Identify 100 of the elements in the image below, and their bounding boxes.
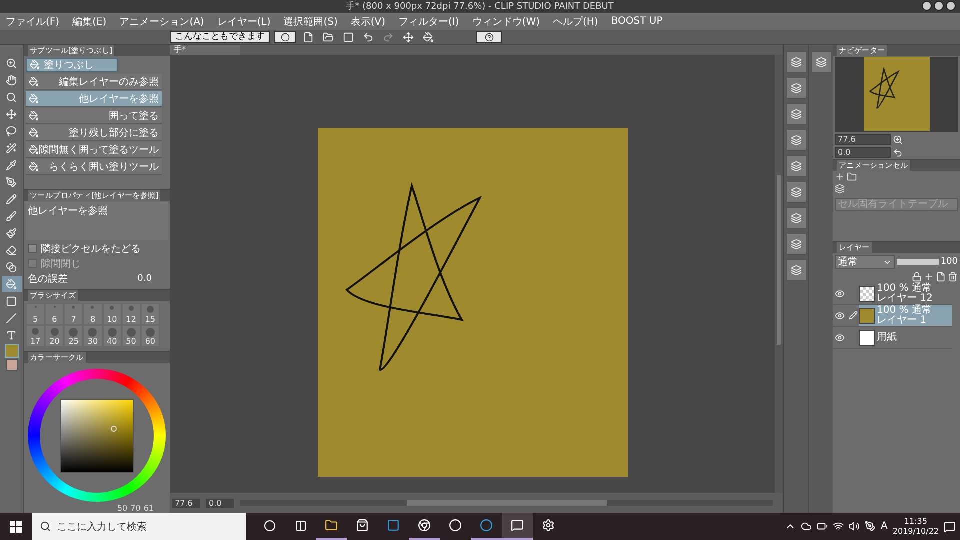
subtool-item[interactable]: 編集レイヤーのみ参照 <box>26 74 162 90</box>
menu-item[interactable]: 編集(E) <box>72 14 107 28</box>
color-cursor[interactable] <box>111 426 117 432</box>
help-button[interactable] <box>476 31 502 43</box>
rotation-value[interactable]: 0.0 <box>835 147 891 158</box>
brush-size-cell[interactable]: 25 <box>64 325 84 347</box>
brush-size-cell[interactable]: 7 <box>64 303 84 325</box>
menu-item[interactable]: 選択範囲(S) <box>284 14 338 28</box>
circle-icon <box>480 519 493 532</box>
battery-icon <box>817 521 828 532</box>
brush-size-cell[interactable]: 60 <box>140 325 160 347</box>
brush-size-cell[interactable]: 5 <box>26 303 46 325</box>
saturation-value-square[interactable] <box>60 398 134 472</box>
subtool-item[interactable]: らくらく囲い塗りツール <box>26 159 162 175</box>
zoom-icon <box>6 58 17 68</box>
pencil-icon <box>6 194 17 204</box>
brush-size-cell[interactable]: 40 <box>102 325 122 347</box>
menu-item[interactable]: ウィンドウ(W) <box>472 14 540 28</box>
brush-size-cell[interactable]: 6 <box>45 303 64 325</box>
window-title: 手* (800 x 900px 72dpi 77.6%) - CLIP STUDIO PAINT DEBUT <box>346 0 614 13</box>
ime-indicator[interactable]: A <box>881 521 888 532</box>
bucket-icon <box>29 94 39 104</box>
add-icon <box>835 172 845 182</box>
color-value: 50 <box>117 504 128 513</box>
subtool-group-button[interactable]: 塗りつぶし <box>26 58 118 72</box>
checkbox[interactable] <box>28 244 37 253</box>
zoom-value[interactable]: 77.6 <box>835 134 891 145</box>
circle-icon <box>264 520 276 532</box>
layer-thumbnail <box>859 308 875 324</box>
canvas-tab[interactable]: 手* <box>170 45 240 55</box>
tip-button[interactable]: こんなこともできます <box>170 31 270 43</box>
new-file-icon <box>302 32 314 42</box>
redo-icon <box>382 32 394 42</box>
layer-item[interactable]: 100 % 通常 レイヤー 12 <box>859 283 952 304</box>
app-button[interactable] <box>274 31 296 43</box>
zoom-value[interactable]: 77.6 <box>172 498 200 508</box>
layer-thumbnail <box>859 286 875 302</box>
subtool-item[interactable]: 隙間無く囲って塗るツール <box>26 142 162 158</box>
bucket-icon <box>29 144 39 154</box>
pen-icon <box>848 311 858 320</box>
menu-item[interactable]: レイヤー(L) <box>217 14 271 28</box>
bucket-icon <box>422 32 434 42</box>
search-field[interactable]: ここに入力して検索 <box>32 513 246 540</box>
opacity-slider[interactable] <box>897 259 939 265</box>
magnifier-icon <box>6 92 17 102</box>
paintbrush-icon <box>6 228 17 238</box>
menu-item[interactable]: アニメーション(A) <box>120 14 204 28</box>
sub-color-swatch[interactable] <box>6 359 18 371</box>
maximize-button[interactable] <box>934 1 944 11</box>
browser-icon <box>418 519 431 532</box>
option-label: 隣接ピクセルをたどる <box>41 242 141 256</box>
bucket-icon <box>29 128 39 138</box>
undo-icon <box>362 32 374 42</box>
bag-icon <box>356 519 369 532</box>
taskbar-icon[interactable] <box>502 513 533 540</box>
layer-thumbnail <box>859 330 875 346</box>
subtool-item[interactable]: 囲って塗る <box>26 108 162 124</box>
subtool-item[interactable]: 塗り残し部分に塗る <box>26 125 162 141</box>
rotation-value[interactable]: 0.0 <box>206 498 234 508</box>
menu-item[interactable]: ヘルプ(H) <box>553 14 598 28</box>
number-value[interactable]: 0.0 <box>138 274 152 284</box>
bucket-icon <box>29 162 39 172</box>
minimize-button[interactable] <box>922 1 932 11</box>
layer-item[interactable]: 100 % 通常 レイヤー 1 <box>859 305 952 326</box>
scrollbar-thumb[interactable] <box>777 175 781 345</box>
transform-icon <box>402 32 414 42</box>
brush-size-cell[interactable]: 8 <box>83 303 103 325</box>
menu-item[interactable]: フィルター(I) <box>398 14 460 28</box>
wand-icon <box>6 142 17 154</box>
brush-size-cell[interactable]: 15 <box>140 303 160 325</box>
windows-logo-icon <box>10 520 22 532</box>
opacity-value[interactable]: 100 <box>940 257 958 267</box>
clock-time[interactable]: 11:35 <box>904 516 928 526</box>
brush-size-cell[interactable]: 17 <box>26 325 46 347</box>
bucket-icon <box>29 110 39 120</box>
brush-size-cell[interactable]: 10 <box>102 303 122 325</box>
color-value: 61 <box>144 504 154 513</box>
wifi-icon <box>833 521 844 532</box>
help-icon <box>484 32 494 42</box>
clock-date[interactable]: 2019/10/22 <box>892 526 939 536</box>
menu-item[interactable]: ファイル(F) <box>6 14 60 28</box>
text-icon <box>6 330 17 340</box>
blend-mode-select[interactable]: 通常 <box>835 255 895 269</box>
brush-size-cell[interactable]: 50 <box>122 325 141 347</box>
eraser-icon <box>6 244 17 256</box>
scrollbar-thumb[interactable] <box>406 500 606 506</box>
main-color-swatch[interactable] <box>4 344 18 358</box>
close-button[interactable] <box>946 1 956 11</box>
tool-button[interactable] <box>2 276 22 292</box>
layer-item[interactable]: 用紙 <box>859 327 952 348</box>
navigator-preview[interactable] <box>864 57 930 131</box>
brush-icon <box>6 210 17 222</box>
brush-size-cell[interactable]: 30 <box>83 325 103 347</box>
menu-item[interactable]: 表示(V) <box>350 14 386 28</box>
brush-size-cell[interactable]: 12 <box>122 303 141 325</box>
color-value: 70 <box>130 504 141 513</box>
subtool-item[interactable]: 他レイヤーを参照 <box>26 91 162 107</box>
line-icon <box>6 312 17 324</box>
brush-size-cell[interactable]: 20 <box>45 325 64 347</box>
menu-item[interactable]: BOOST UP <box>611 16 663 27</box>
